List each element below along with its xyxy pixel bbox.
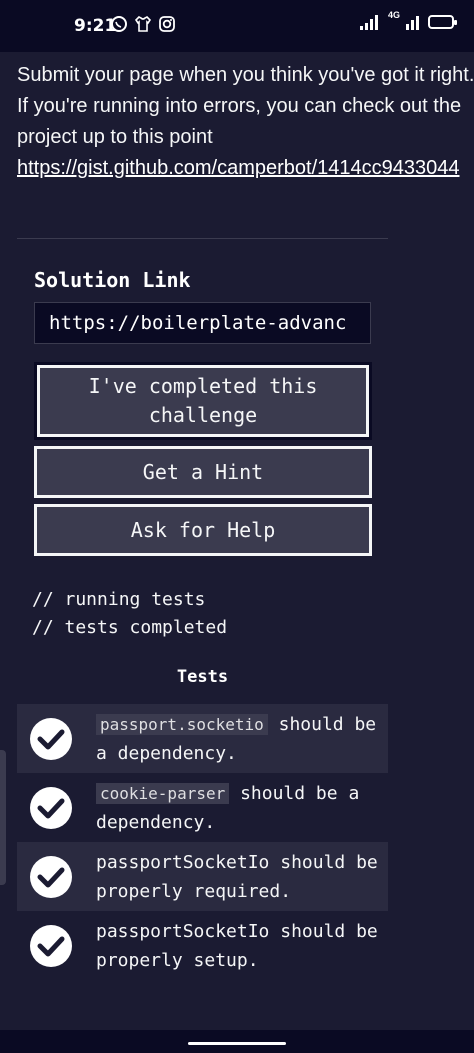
signal-4g-icon [406, 16, 419, 30]
test-code: cookie-parser [96, 783, 230, 804]
test-item: passportSocketIo should be properly requ… [17, 842, 388, 911]
test-console-output: // running tests // tests completed [32, 586, 227, 642]
console-line: // tests completed [32, 617, 228, 638]
test-code: passport.socketio [96, 714, 268, 735]
test-item: passportSocketIo should be properly setu… [17, 911, 388, 980]
test-text: cookie-parser should be a dependency. [96, 779, 386, 837]
intro-paragraph: Submit your page when you think you've g… [17, 60, 474, 184]
completed-challenge-button[interactable]: I've completed this challenge [34, 362, 372, 440]
intro-text: Submit your page when you think you've g… [17, 64, 474, 148]
test-description: passportSocketIo should be properly requ… [96, 852, 378, 902]
home-gesture-pill[interactable] [188, 1042, 286, 1045]
test-text: passport.socketio should be a dependency… [96, 710, 386, 768]
get-hint-button[interactable]: Get a Hint [34, 446, 372, 498]
divider [17, 238, 388, 239]
test-item: passport.socketio should be a dependency… [17, 704, 388, 773]
test-text: passportSocketIo should be properly requ… [96, 848, 386, 906]
check-circle-icon [30, 925, 72, 967]
status-bar: 9:21 4G [0, 0, 474, 52]
test-text: passportSocketIo should be properly setu… [96, 917, 386, 975]
check-circle-icon [30, 856, 72, 898]
test-item: cookie-parser should be a dependency. [17, 773, 388, 842]
navigation-bar [0, 1030, 474, 1053]
network-type: 4G [387, 10, 400, 20]
solution-link-label: Solution Link [34, 268, 191, 292]
status-system-icons: 4G [359, 10, 457, 30]
test-description: passportSocketIo should be properly setu… [96, 921, 378, 971]
console-line: // running tests [32, 589, 206, 610]
solution-link-input[interactable] [34, 302, 371, 344]
ask-for-help-button[interactable]: Ask for Help [34, 504, 372, 556]
whatsapp-icon [111, 16, 127, 32]
edge-panel-handle[interactable] [0, 750, 6, 885]
shirt-icon [134, 16, 152, 32]
gist-link[interactable]: https://gist.github.com/camperbot/1414cc… [17, 157, 460, 179]
status-notification-icons [110, 15, 176, 33]
check-circle-icon [30, 718, 72, 760]
battery-icon [428, 15, 457, 29]
instagram-icon [159, 16, 175, 32]
tests-heading: Tests [176, 667, 229, 687]
signal-icon [359, 15, 378, 30]
check-circle-icon [30, 787, 72, 829]
